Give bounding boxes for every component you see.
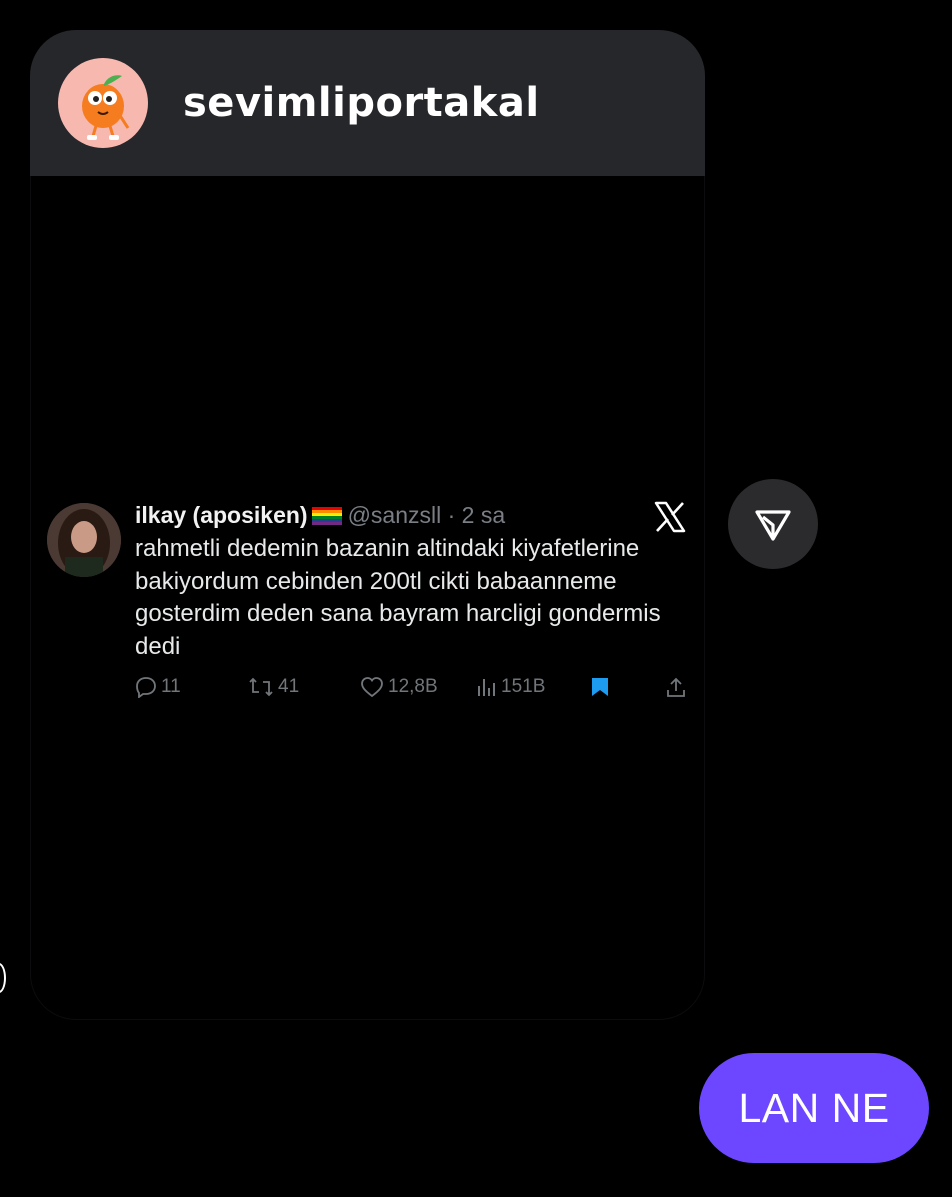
reply-action: 11: [135, 676, 181, 698]
tweet-action-bar: 11 41 12,8B 151B: [30, 676, 705, 706]
bookmark-icon: [592, 678, 608, 696]
heart-icon: [361, 677, 383, 698]
shared-post-card[interactable]: sevimliportakal ilkay (aposiken) @sanzsll…: [30, 30, 705, 1020]
offscreen-reaction-indicator: [0, 963, 6, 993]
reply-count: 11: [161, 676, 181, 697]
retweet-action: 41: [248, 676, 299, 698]
rainbow-flag-icon: [311, 507, 342, 525]
tweet-text: rahmetli dedemin bazanin altindaki kiyaf…: [135, 535, 661, 660]
share-send-button[interactable]: [728, 479, 818, 569]
like-count: 12,8B: [388, 676, 438, 697]
share-upload-icon: [667, 677, 685, 697]
views-chart-icon: [478, 679, 495, 696]
share-action: [665, 676, 687, 698]
reply-icon: [136, 677, 156, 698]
tweet-screenshot: ilkay (aposiken) @sanzsll · 2 sa rahmetli…: [30, 30, 705, 1020]
views-count: 151B: [501, 676, 546, 697]
message-text: LAN NE: [738, 1084, 890, 1131]
send-icon: [755, 510, 791, 541]
like-action: 12,8B: [360, 676, 438, 698]
tweet-author-line: ilkay (aposiken) @sanzsll · 2 sa: [135, 502, 505, 529]
retweet-count: 41: [278, 676, 300, 697]
sent-message-bubble[interactable]: LAN NE: [699, 1053, 929, 1163]
views-action: 151B: [477, 676, 545, 698]
bookmark-action: [590, 676, 610, 698]
x-logo-icon: [654, 501, 686, 533]
tweet-handle-time: @sanzsll · 2 sa: [347, 502, 506, 528]
tweet-display-name: ilkay (aposiken): [135, 502, 308, 528]
retweet-icon: [249, 677, 273, 697]
tweet-author-avatar: [47, 503, 121, 577]
